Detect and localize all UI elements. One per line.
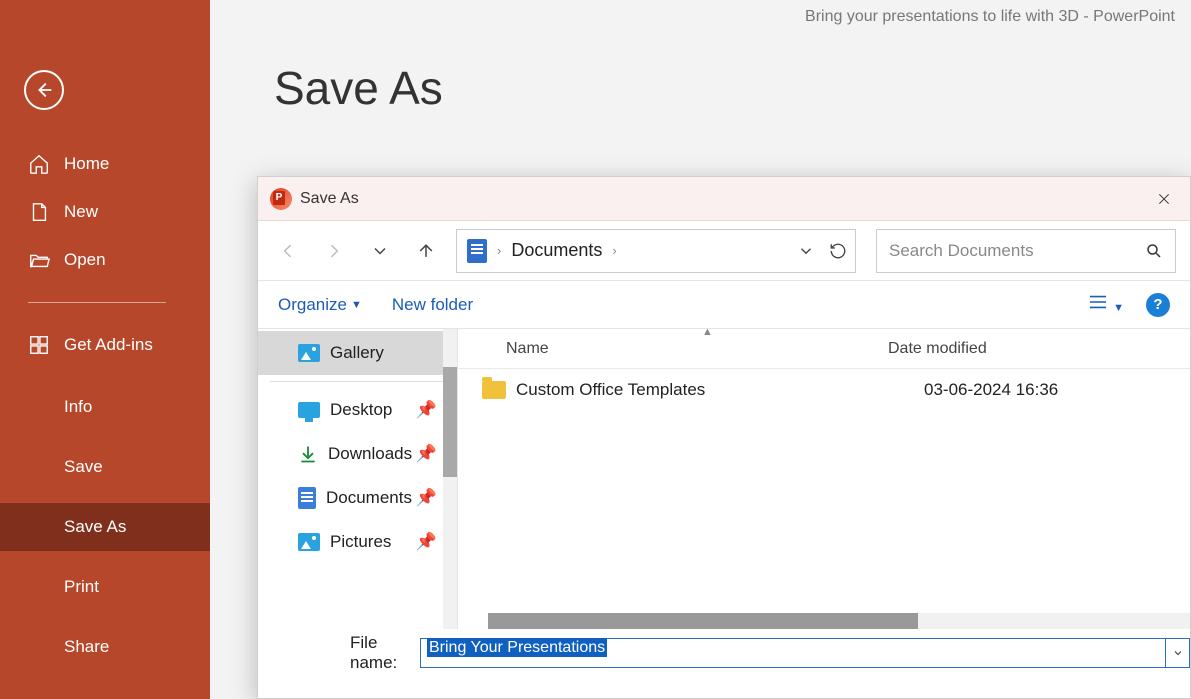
- arrow-right-icon: [324, 241, 344, 261]
- nav-new-label: New: [64, 202, 98, 222]
- close-button[interactable]: [1150, 185, 1178, 213]
- folder-icon: [482, 381, 506, 399]
- place-documents[interactable]: Documents 📌: [258, 476, 457, 520]
- nav-open[interactable]: Open: [0, 236, 210, 284]
- nav-share[interactable]: Share: [0, 623, 210, 671]
- places-scroll-thumb[interactable]: [443, 367, 457, 477]
- breadcrumb-location[interactable]: Documents: [511, 240, 602, 261]
- nav-addins-label: Get Add-ins: [64, 335, 153, 355]
- chevron-down-icon: [1172, 647, 1184, 659]
- help-button[interactable]: ?: [1146, 293, 1170, 317]
- place-gallery[interactable]: Gallery: [258, 331, 457, 375]
- filename-dropdown[interactable]: [1166, 638, 1190, 668]
- pin-icon[interactable]: 📌: [416, 400, 437, 420]
- refresh-icon[interactable]: [829, 242, 847, 260]
- view-button[interactable]: ▼: [1087, 293, 1124, 316]
- nav-home[interactable]: Home: [0, 140, 210, 188]
- filename-input[interactable]: Bring Your Presentations: [420, 638, 1166, 668]
- pin-icon[interactable]: 📌: [416, 444, 437, 464]
- desktop-icon: [298, 402, 320, 418]
- backstage-sidebar: Home New Open Get Add-ins Info Save Save…: [0, 0, 210, 699]
- nav-save[interactable]: Save: [0, 443, 210, 491]
- page-title: Save As: [210, 26, 1191, 115]
- search-box[interactable]: [876, 229, 1176, 273]
- breadcrumb[interactable]: › Documents ›: [456, 229, 856, 273]
- filename-value: Bring Your Presentations: [427, 638, 607, 657]
- nav-open-label: Open: [64, 250, 106, 270]
- search-input[interactable]: [889, 241, 1145, 261]
- pin-icon[interactable]: 📌: [416, 532, 437, 552]
- addins-icon: [28, 334, 50, 356]
- window-title: Bring your presentations to life with 3D…: [210, 0, 1191, 26]
- nav-saveas[interactable]: Save As: [0, 503, 210, 551]
- file-list-hscroll-thumb[interactable]: [488, 613, 918, 629]
- home-icon: [28, 153, 50, 175]
- powerpoint-icon: [270, 188, 292, 210]
- dialog-nav-row: › Documents ›: [258, 221, 1190, 281]
- search-icon: [1145, 242, 1163, 260]
- item-date: 03-06-2024 16:36: [924, 380, 1058, 400]
- places-panel: Gallery Desktop 📌 Downloads 📌 Documents …: [258, 329, 458, 629]
- places-divider: [270, 381, 445, 382]
- column-date[interactable]: Date modified: [888, 340, 1190, 358]
- dialog-toolbar: Organize ▼ New folder ▼ ?: [258, 281, 1190, 329]
- back-button[interactable]: [24, 70, 64, 110]
- download-icon: [298, 444, 318, 464]
- pin-icon[interactable]: 📌: [416, 488, 437, 508]
- nav-recent-button[interactable]: [364, 235, 396, 267]
- nav-home-label: Home: [64, 154, 109, 174]
- organize-button[interactable]: Organize ▼: [278, 295, 362, 315]
- place-downloads[interactable]: Downloads 📌: [258, 432, 457, 476]
- arrow-left-icon: [278, 241, 298, 261]
- document-location-icon: [467, 239, 487, 263]
- arrow-left-icon: [33, 79, 55, 101]
- nav-forward-button[interactable]: [318, 235, 350, 267]
- nav-new[interactable]: New: [0, 188, 210, 236]
- filename-label: File name:: [350, 633, 410, 673]
- nav-divider: [28, 302, 166, 303]
- place-pictures[interactable]: Pictures 📌: [258, 520, 457, 564]
- column-name[interactable]: Name: [458, 340, 888, 358]
- filename-row: File name: Bring Your Presentations: [258, 629, 1190, 677]
- explorer-body: Gallery Desktop 📌 Downloads 📌 Documents …: [258, 329, 1190, 629]
- breadcrumb-sep: ›: [612, 243, 616, 258]
- nav-print[interactable]: Print: [0, 563, 210, 611]
- close-icon: [1156, 191, 1172, 207]
- open-folder-icon: [28, 249, 50, 271]
- newfolder-button[interactable]: New folder: [392, 295, 473, 315]
- breadcrumb-sep: ›: [497, 243, 501, 258]
- list-item[interactable]: Custom Office Templates 03-06-2024 16:36: [458, 369, 1190, 411]
- sort-ascending-icon[interactable]: ▲: [702, 326, 713, 338]
- new-file-icon: [28, 201, 50, 223]
- chevron-down-icon: [370, 241, 390, 261]
- nav-info[interactable]: Info: [0, 383, 210, 431]
- pictures-icon: [298, 533, 320, 551]
- nav-up-button[interactable]: [410, 235, 442, 267]
- chevron-down-icon[interactable]: [797, 242, 815, 260]
- saveas-dialog: Save As › Documents › Organize ▼ N: [257, 176, 1191, 699]
- file-list-header: ▲ Name Date modified: [458, 329, 1190, 369]
- nav-addins[interactable]: Get Add-ins: [0, 321, 210, 369]
- documents-icon: [298, 487, 316, 509]
- nav-back-button[interactable]: [272, 235, 304, 267]
- place-desktop[interactable]: Desktop 📌: [258, 388, 457, 432]
- item-name: Custom Office Templates: [516, 380, 924, 400]
- arrow-up-icon: [416, 241, 436, 261]
- dialog-titlebar: Save As: [258, 177, 1190, 221]
- list-view-icon: [1087, 293, 1109, 311]
- file-list: ▲ Name Date modified Custom Office Templ…: [458, 329, 1190, 629]
- gallery-icon: [298, 344, 320, 362]
- dialog-title: Save As: [300, 190, 359, 208]
